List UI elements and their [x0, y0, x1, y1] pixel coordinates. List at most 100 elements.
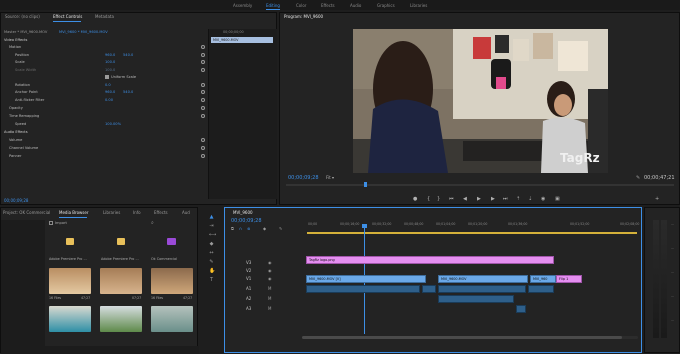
workspace-tab-graphics[interactable]: Graphics [377, 3, 395, 8]
mini-timeline-clip[interactable]: MVI_9600.MOV [211, 37, 273, 43]
reset-icon[interactable] [201, 98, 205, 102]
timeline-settings-icon[interactable]: ✎ [279, 226, 282, 231]
video-clip[interactable]: Flip 1 [556, 275, 582, 283]
reset-icon[interactable] [201, 138, 205, 142]
program-timecode-left[interactable]: 00;00;09;28 [288, 175, 319, 181]
anti-flicker-value[interactable]: 0.00 [105, 98, 113, 102]
media-thumbnail[interactable] [151, 268, 193, 294]
track-label-v3[interactable]: V3 [246, 260, 251, 265]
export-frame-icon[interactable]: ◉ [541, 196, 545, 202]
mute-icon[interactable]: M [268, 306, 271, 311]
audio-clip[interactable] [528, 285, 554, 293]
ripple-edit-tool-icon[interactable]: ⟷ [209, 233, 216, 238]
pen-tool-icon[interactable]: ✎ [209, 260, 214, 265]
playhead-marker[interactable] [364, 182, 367, 187]
breadcrumb-clip[interactable]: MVI_9600 * MVI_9600.MOV [59, 30, 108, 34]
workspace-tab-audio[interactable]: Audio [350, 3, 361, 8]
timeline-scrollbar[interactable] [302, 336, 638, 339]
import-checkbox[interactable] [49, 221, 53, 225]
audio-clip[interactable] [516, 305, 526, 313]
mark-in-icon[interactable]: { [427, 196, 430, 202]
step-back-icon[interactable]: ◀ [463, 196, 467, 202]
breadcrumb-master[interactable]: Master * MVI_9600.MOV [4, 30, 47, 34]
track-label-a2[interactable]: A2 [246, 296, 251, 301]
timeline-timecode[interactable]: 00;00;09;28 [231, 218, 262, 224]
go-to-out-icon[interactable]: ⏭ [503, 196, 508, 202]
step-forward-icon[interactable]: ▶ [491, 196, 495, 202]
media-thumbnail[interactable] [100, 268, 142, 294]
workspace-tab-effects[interactable]: Effects [321, 3, 335, 8]
playhead-head[interactable] [362, 224, 367, 228]
reset-icon[interactable] [201, 68, 205, 72]
video-clip[interactable]: MVI_960 [530, 275, 556, 283]
reset-icon[interactable] [201, 60, 205, 64]
workspace-tab-editing[interactable]: Editing [266, 3, 280, 8]
video-clip[interactable]: MVI_9600.MOV [V] [306, 275, 426, 283]
prop-motion[interactable]: Motion [9, 45, 21, 49]
audio-clip[interactable] [438, 295, 514, 303]
reset-icon[interactable] [201, 90, 205, 94]
eye-icon[interactable]: ◉ [268, 268, 272, 273]
work-area-bar[interactable] [307, 232, 637, 234]
rotation-value[interactable]: 0.0 [105, 83, 111, 87]
program-monitor-title[interactable]: Program: MVI_9600 [284, 14, 323, 20]
track-select-tool-icon[interactable]: ⇥ [209, 224, 214, 229]
fit-dropdown[interactable]: Fit ▾ [326, 175, 334, 180]
search-icon[interactable]: ⌕ [151, 220, 154, 226]
hand-tool-icon[interactable]: ✋ [209, 269, 215, 274]
workspace-tab-assembly[interactable]: Assembly [233, 3, 252, 8]
reset-icon[interactable] [201, 45, 205, 49]
extract-icon[interactable]: ⇣ [528, 196, 532, 202]
scale-value[interactable]: 100.0 [105, 60, 115, 64]
tab-audio[interactable]: Aud [182, 210, 190, 216]
nest-icon[interactable]: ⧉ [231, 226, 234, 231]
speed-value[interactable]: 100.00% [105, 122, 121, 126]
uniform-scale-checkbox[interactable] [105, 75, 109, 79]
video-clip[interactable]: MVI_9600.MOV [438, 275, 528, 283]
tab-effects[interactable]: Effects [154, 210, 168, 216]
type-tool-icon[interactable]: T [209, 278, 214, 283]
add-marker-icon[interactable]: ● [413, 196, 417, 202]
mute-icon[interactable]: M [268, 296, 271, 301]
workspace-tab-color[interactable]: Color [296, 3, 306, 8]
snap-icon[interactable]: ∩ [239, 226, 242, 231]
reset-icon[interactable] [201, 53, 205, 57]
track-label-v1[interactable]: V1 [246, 276, 251, 281]
eye-icon[interactable]: ◉ [268, 276, 272, 281]
mute-icon[interactable]: M [268, 286, 271, 291]
prop-anti-flicker[interactable]: Anti-flicker Filter [15, 98, 44, 102]
tab-project[interactable]: Project: OK Commercial [3, 210, 50, 216]
reset-icon[interactable] [201, 114, 205, 118]
reset-icon[interactable] [201, 83, 205, 87]
scrollbar-thumb[interactable] [302, 336, 622, 339]
media-thumbnail[interactable] [49, 306, 91, 332]
add-button-icon[interactable]: + [655, 196, 659, 202]
prop-anchor-point[interactable]: Anchor Point [15, 90, 38, 94]
tab-media-browser[interactable]: Media Browser [59, 210, 89, 216]
eye-icon[interactable]: ◉ [268, 260, 272, 265]
track-label-a3[interactable]: A3 [246, 306, 251, 311]
reset-icon[interactable] [201, 146, 205, 150]
audio-clip[interactable] [438, 285, 526, 293]
camera-icon[interactable]: ▣ [555, 196, 560, 202]
folder-icon[interactable] [117, 238, 125, 245]
play-icon[interactable]: ▶ [477, 196, 481, 202]
tab-effect-controls[interactable]: Effect Controls [53, 14, 82, 20]
tab-source[interactable]: Source: (no clips) [5, 14, 40, 20]
media-thumbnail[interactable] [100, 306, 142, 332]
mark-out-icon[interactable]: } [437, 196, 440, 202]
wrench-icon[interactable]: ✎ [636, 175, 640, 181]
project-file-icon[interactable] [167, 238, 176, 245]
media-thumbnail[interactable] [151, 306, 193, 332]
tab-info[interactable]: Info [133, 210, 141, 216]
folder-icon[interactable] [66, 238, 74, 245]
prop-scale[interactable]: Scale [15, 60, 25, 64]
timeline-tab[interactable]: MVI_9600 [233, 210, 253, 216]
graphic-clip[interactable]: TagRz logo.png [306, 256, 554, 264]
position-x-value[interactable]: 960.0 [105, 53, 115, 57]
track-label-v2[interactable]: V2 [246, 268, 251, 273]
tab-metadata[interactable]: Metadata [95, 14, 114, 20]
selection-tool-icon[interactable]: ▲ [209, 215, 214, 220]
razor-tool-icon[interactable]: ◆ [209, 242, 214, 247]
prop-rotation[interactable]: Rotation [15, 83, 30, 87]
